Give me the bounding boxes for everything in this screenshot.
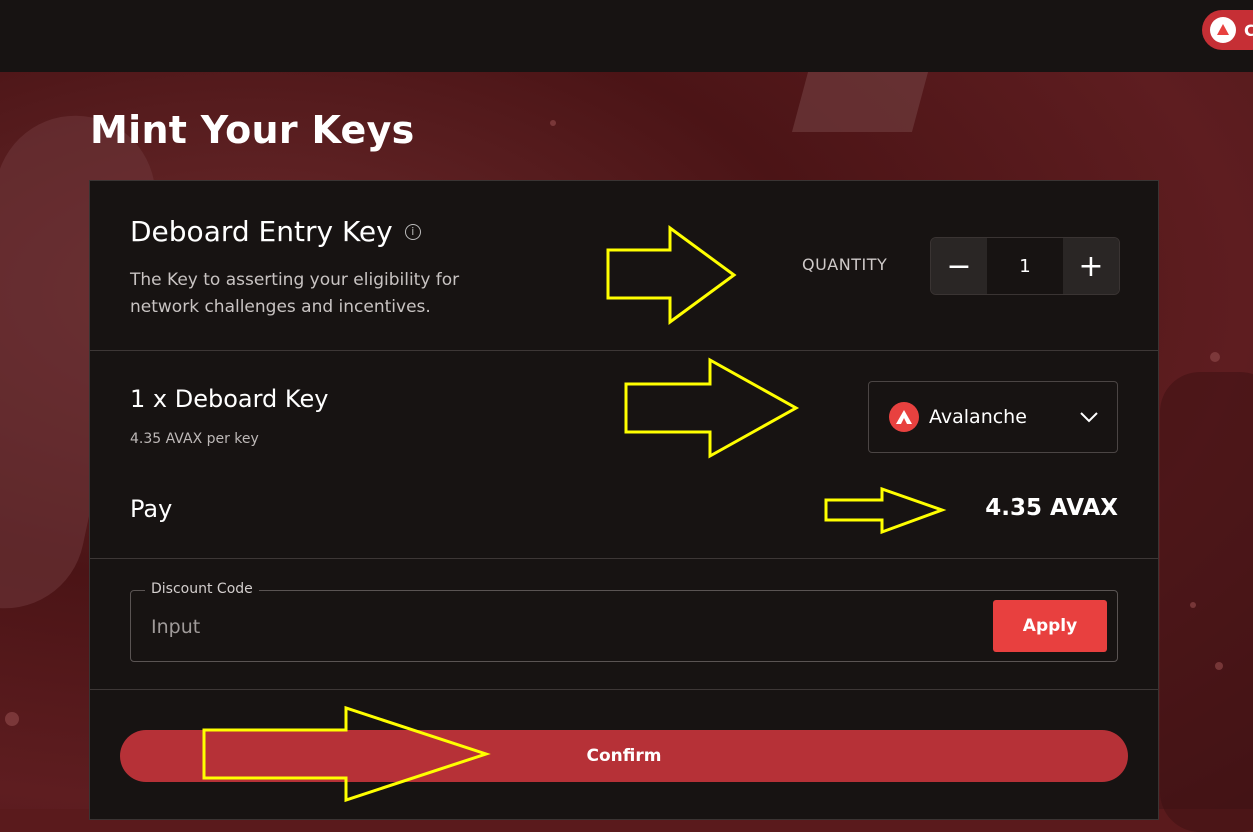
network-select-value: Avalanche [929, 406, 1027, 428]
annotation-arrow-icon [606, 225, 737, 325]
avalanche-icon [889, 402, 919, 432]
order-item-label: 1 x Deboard Key [130, 385, 329, 413]
pay-amount: 4.35 AVAX [985, 495, 1118, 521]
divider [90, 689, 1158, 690]
annotation-arrow-icon [624, 357, 800, 459]
network-pill-label: C [1244, 20, 1253, 40]
info-icon[interactable]: i [404, 223, 421, 240]
network-select[interactable]: Avalanche [868, 381, 1118, 453]
divider [90, 558, 1158, 559]
product-title: Deboard Entry Key i [130, 215, 421, 248]
chevron-down-icon [1079, 408, 1099, 427]
page-title: Mint Your Keys [90, 108, 415, 152]
discount-code-input[interactable] [149, 609, 953, 645]
discount-code-field: Discount Code Apply [130, 581, 1118, 662]
apply-button[interactable]: Apply [993, 600, 1107, 652]
network-pill[interactable]: C [1202, 10, 1253, 50]
increment-button[interactable]: + [1063, 238, 1119, 294]
product-title-text: Deboard Entry Key [130, 215, 393, 248]
discount-code-label: Discount Code [145, 581, 259, 597]
quantity-label: QUANTITY [802, 255, 888, 274]
decrement-button[interactable]: − [931, 238, 987, 294]
divider [90, 350, 1158, 351]
quantity-value[interactable]: 1 [987, 238, 1063, 294]
pay-label: Pay [130, 495, 173, 523]
avalanche-icon [1210, 17, 1236, 43]
annotation-arrow-icon [824, 486, 947, 535]
quantity-stepper: − 1 + [930, 237, 1120, 295]
price-per-key: 4.35 AVAX per key [130, 431, 259, 447]
top-bar: C [0, 0, 1253, 72]
product-description: The Key to asserting your eligibility fo… [130, 270, 460, 317]
annotation-arrow-icon [202, 705, 491, 803]
